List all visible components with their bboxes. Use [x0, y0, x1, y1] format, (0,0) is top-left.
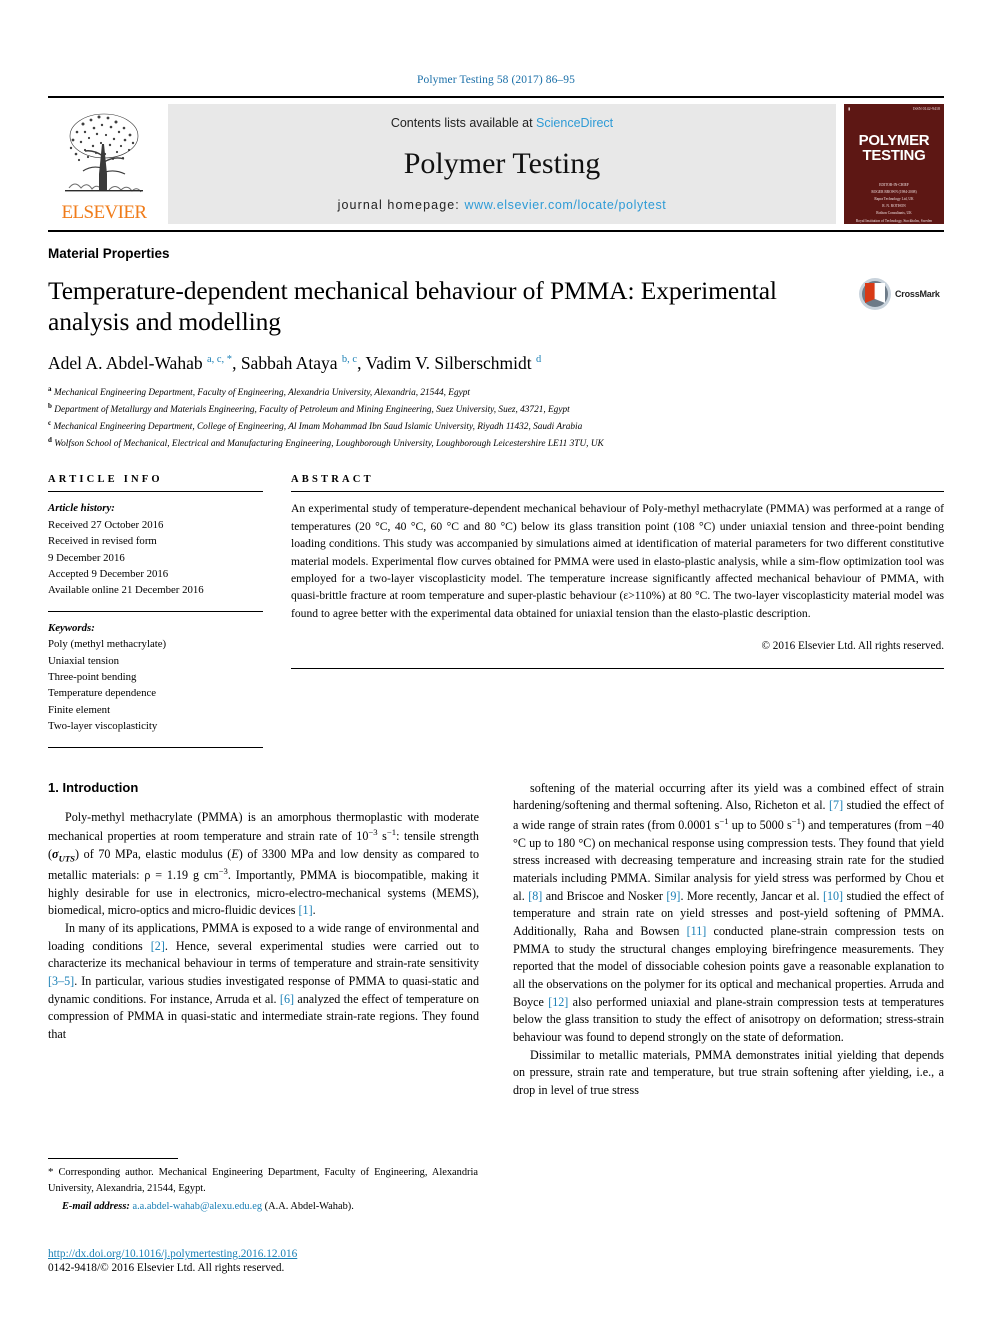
footnote-text: * Corresponding author. Mechanical Engin…	[48, 1165, 478, 1196]
keyword-item: Uniaxial tension	[48, 654, 120, 667]
affiliation-text: Wolfson School of Mechanical, Electrical…	[54, 439, 604, 450]
history-item: 9 December 2016	[48, 551, 125, 564]
cover-top-bar: ▮ ISSN 0142-9418	[844, 104, 944, 111]
history-item: Received 27 October 2016	[48, 518, 164, 531]
email-link[interactable]: a.a.abdel-wahab@alexu.edu.eg	[132, 1201, 262, 1212]
affiliation-list: a Mechanical Engineering Department, Fac…	[48, 384, 944, 452]
keywords-rule-bottom	[48, 746, 263, 748]
journal-homepage-line: journal homepage: www.elsevier.com/locat…	[338, 198, 667, 212]
cover-subtext: EDITOR-IN-CHIEF ROGER BROWN (1984-2008) …	[844, 182, 944, 224]
cover-sub-line: Royal Institution of Technology, Stockho…	[855, 218, 933, 223]
footnote-body: Corresponding author. Mechanical Enginee…	[48, 1167, 478, 1194]
paragraph: In many of its applications, PMMA is exp…	[48, 921, 479, 1042]
journal-cover-thumbnail: ▮ ISSN 0142-9418 POLYMER TESTING EDITOR-…	[844, 104, 944, 224]
contents-prefix: Contents lists available at	[390, 116, 537, 130]
keyword-item: Finite element	[48, 703, 111, 716]
article-history-label: Article history:	[48, 502, 115, 515]
crossmark-badge[interactable]: CrossMark	[858, 277, 944, 311]
history-item: Accepted 9 December 2016	[48, 567, 169, 580]
affiliation-item: b Department of Metallurgy and Materials…	[48, 401, 944, 418]
keywords-label: Keywords:	[48, 621, 95, 634]
article-history-block: Article history: Received 27 October 201…	[48, 492, 263, 598]
affiliation-item: a Mechanical Engineering Department, Fac…	[48, 384, 944, 401]
homepage-prefix: journal homepage:	[337, 198, 465, 212]
masthead-center-panel: Contents lists available at ScienceDirec…	[168, 104, 836, 224]
masthead-bottom-rule	[48, 230, 944, 232]
article-info-heading: Article info	[48, 474, 163, 486]
abstract-heading: Abstract	[291, 474, 374, 486]
affiliation-marker: d	[48, 436, 52, 445]
affiliation-text: Mechanical Engineering Department, Facul…	[53, 388, 470, 399]
running-head: Polymer Testing 58 (2017) 86–95	[417, 74, 575, 86]
corresponding-author-footnote: * Corresponding author. Mechanical Engin…	[48, 1158, 478, 1214]
cover-corner-mark: ▮	[848, 106, 851, 111]
doi-link[interactable]: http://dx.doi.org/10.1016/j.polymertesti…	[48, 1248, 498, 1260]
contents-lists-line: Contents lists available at ScienceDirec…	[391, 116, 613, 130]
elsevier-tree-icon	[65, 113, 143, 193]
affiliation-marker: b	[48, 402, 52, 411]
body-column-left: 1. Introduction Poly-methyl methacrylate…	[48, 780, 479, 1100]
footnote-email-line: E-mail address: a.a.abdel-wahab@alexu.ed…	[48, 1199, 478, 1214]
cover-sub-line: EDITOR-IN-CHIEF	[879, 182, 909, 187]
keywords-block: Keywords: Poly (methyl methacrylate) Uni…	[48, 612, 263, 735]
cover-sub-line: Rapra Technology Ltd, UK	[874, 196, 914, 201]
abstract-copyright: © 2016 Elsevier Ltd. All rights reserved…	[761, 640, 945, 653]
journal-title: Polymer Testing	[403, 147, 601, 180]
cover-title-line2: TESTING	[862, 147, 926, 165]
issn-copyright-line: 0142-9418/© 2016 Elsevier Ltd. All right…	[48, 1262, 285, 1274]
keyword-item: Three-point bending	[48, 671, 137, 683]
journal-masthead: ELSEVIER Contents lists available at Sci…	[48, 96, 944, 224]
paragraph: softening of the material occurring afte…	[513, 780, 945, 1044]
elsevier-wordmark: ELSEVIER	[61, 202, 148, 223]
body-column-right: softening of the material occurring afte…	[513, 780, 944, 1100]
email-label: E-mail address:	[62, 1201, 130, 1213]
footnote-star: *	[48, 1166, 54, 1178]
history-item: Received in revised form	[48, 535, 157, 548]
paper-page: Polymer Testing 58 (2017) 86–95 ELSEVIER…	[0, 0, 992, 1323]
page-title: Temperature-dependent mechanical behavio…	[48, 276, 777, 337]
keyword-item: Two-layer viscoplasticity	[48, 720, 158, 733]
history-item: Available online 21 December 2016	[48, 584, 204, 597]
sciencedirect-link[interactable]: ScienceDirect	[536, 116, 613, 130]
paragraph: Poly-methyl methacrylate (PMMA) is an am…	[48, 809, 479, 918]
keyword-item: Poly (methyl methacrylate)	[48, 638, 167, 651]
article-info-column: Article info Article history: Received 2…	[48, 474, 263, 748]
cover-sub-line: R. N. ROTHON	[882, 204, 906, 209]
paragraph: Dissimilar to metallic materials, PMMA d…	[513, 1047, 944, 1097]
cover-corner-label: ISSN 0142-9418	[912, 106, 940, 111]
section-heading-introduction: 1. Introduction	[48, 779, 139, 795]
cover-title: POLYMER TESTING	[859, 133, 930, 164]
abstract-text: An experimental study of temperature-dep…	[291, 502, 944, 620]
cover-sub-line: Rothon Consultants, UK	[876, 211, 912, 216]
email-suffix: (A.A. Abdel-Wahab).	[264, 1201, 354, 1213]
elsevier-logo: ELSEVIER	[48, 104, 160, 224]
abstract-column: Abstract An experimental study of temper…	[291, 474, 944, 747]
journal-section-label: Material Properties	[48, 246, 170, 261]
crossmark-label: CrossMark	[895, 289, 940, 299]
footnote-rule	[48, 1158, 178, 1159]
affiliation-marker: a	[48, 385, 52, 394]
body-columns: 1. Introduction Poly-methyl methacrylate…	[48, 780, 944, 1100]
cover-title-line1: POLYMER	[858, 132, 930, 149]
journal-homepage-link[interactable]: www.elsevier.com/locate/polytest	[464, 198, 666, 212]
cover-sub-line: ROGER BROWN (1984-2008)	[871, 189, 917, 194]
affiliation-item: c Mechanical Engineering Department, Col…	[48, 418, 944, 435]
doi-block: http://dx.doi.org/10.1016/j.polymertesti…	[48, 1248, 498, 1274]
keyword-item: Temperature dependence	[48, 687, 157, 700]
author-list: Adel A. Abdel-Wahab a, c, *, Sabbah Atay…	[48, 353, 542, 374]
affiliation-text: Department of Metallurgy and Materials E…	[54, 405, 570, 416]
affiliation-item: d Wolfson School of Mechanical, Electric…	[48, 435, 944, 452]
crossmark-icon	[859, 278, 891, 310]
affiliation-text: Mechanical Engineering Department, Colle…	[53, 422, 583, 433]
abstract-rule-bottom	[291, 668, 944, 670]
affiliation-marker: c	[48, 419, 52, 428]
